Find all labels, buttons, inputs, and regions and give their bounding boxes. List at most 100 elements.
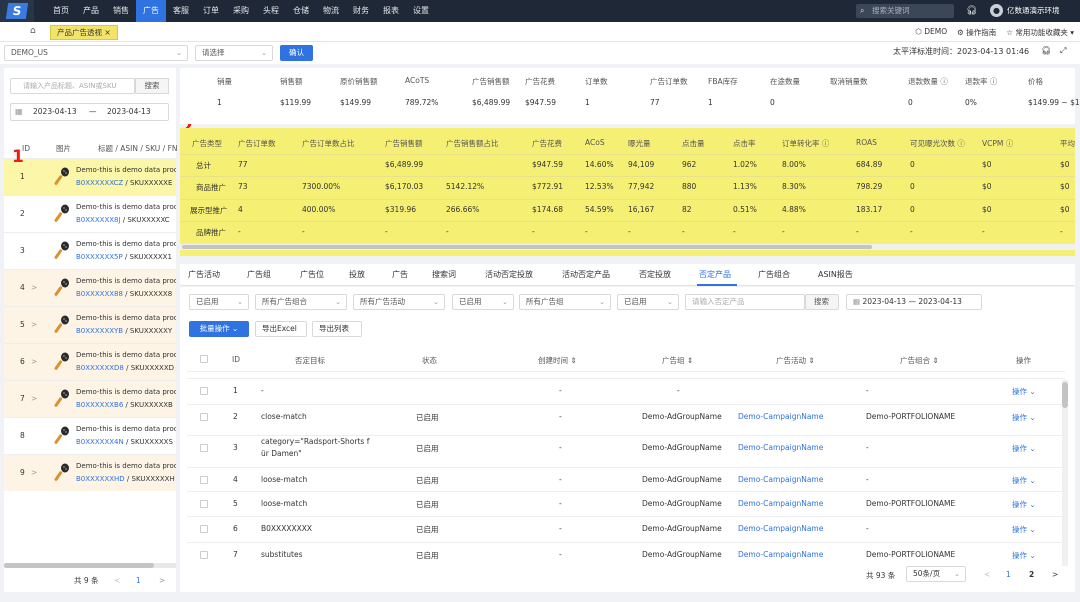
negative-filter-select[interactable]: 已启用 ⌄ bbox=[452, 294, 514, 310]
product-asin-link[interactable]: B0XXXXXX5P bbox=[76, 253, 123, 261]
row-operation-dropdown[interactable]: 操作 ⌄ bbox=[1012, 524, 1036, 535]
campaign-link[interactable]: Demo-CampaignName bbox=[738, 412, 823, 421]
expand-arrow-icon[interactable]: > bbox=[31, 320, 37, 329]
table-header-cell[interactable]: 广告活动 ⇕ bbox=[776, 355, 815, 366]
expand-arrow-icon[interactable]: > bbox=[31, 468, 37, 477]
ad-table-scrollbar[interactable] bbox=[180, 244, 1075, 250]
export-excel-button[interactable]: 导出Excel bbox=[255, 321, 307, 337]
nav-item-purchase[interactable]: 采购 bbox=[226, 0, 256, 22]
product-row[interactable]: >4 Demo-this is demo data product B0XXXXXX… bbox=[4, 269, 176, 306]
store-select[interactable]: DEMO_US ⌄ bbox=[4, 45, 188, 61]
row-checkbox[interactable] bbox=[200, 444, 208, 452]
campaign-link[interactable]: Demo-CampaignName bbox=[738, 443, 823, 452]
expand-arrow-icon[interactable]: > bbox=[31, 394, 37, 403]
negative-date-range[interactable]: ▦ 2023-04-13 — 2023-04-13 bbox=[846, 294, 982, 310]
campaign-link[interactable]: Demo-CampaignName bbox=[738, 499, 823, 508]
product-asin-link[interactable]: B0XXXXXXD8 bbox=[76, 364, 124, 372]
nav-item-service[interactable]: 客服 bbox=[166, 0, 196, 22]
tab-9[interactable]: 否定投放 bbox=[639, 269, 671, 280]
row-checkbox[interactable] bbox=[200, 525, 208, 533]
nav-item-settings[interactable]: 设置 bbox=[406, 0, 436, 22]
expand-arrow-icon[interactable]: > bbox=[31, 357, 37, 366]
pager-page-2[interactable]: 2 bbox=[1029, 570, 1034, 579]
row-operation-dropdown[interactable]: 操作 ⌄ bbox=[1012, 475, 1036, 486]
nav-item-reports[interactable]: 报表 bbox=[376, 0, 406, 22]
tab-10[interactable]: 否定产品 bbox=[699, 269, 731, 280]
table-header-cell[interactable]: 广告组合 ⇕ bbox=[900, 355, 939, 366]
product-asin-link[interactable]: B0XXXXXXYB bbox=[76, 327, 123, 335]
row-checkbox[interactable] bbox=[200, 387, 208, 395]
row-operation-dropdown[interactable]: 操作 ⌄ bbox=[1012, 412, 1036, 423]
confirm-button[interactable]: 确认 bbox=[280, 45, 313, 61]
product-search-input[interactable]: 请输入产品标题、ASIN或SKU bbox=[10, 78, 135, 94]
negative-product-search-input[interactable]: 请输入否定产品 bbox=[685, 294, 805, 310]
home-icon[interactable]: ⌂ bbox=[30, 26, 36, 36]
row-checkbox[interactable] bbox=[200, 476, 208, 484]
tab-6[interactable]: 搜索词 bbox=[432, 269, 456, 280]
table-header-cell[interactable]: 创建时间 ⇕ bbox=[538, 355, 577, 366]
pager-next-button[interactable]: > bbox=[159, 573, 165, 589]
tab-7[interactable]: 活动否定投放 bbox=[485, 269, 533, 280]
select-all-checkbox[interactable] bbox=[200, 355, 208, 363]
vertical-scrollbar[interactable] bbox=[1062, 380, 1068, 566]
tab-12[interactable]: ASIN报告 bbox=[818, 269, 853, 280]
expand-arrow-icon[interactable]: > bbox=[31, 283, 37, 292]
guide-link[interactable]: ⚙ 操作指南 bbox=[957, 27, 996, 38]
product-asin-link[interactable]: B0XXXXXXCZ bbox=[76, 179, 123, 187]
batch-operations-button[interactable]: 批量操作 ⌄ bbox=[189, 321, 249, 337]
product-row[interactable]: >7 Demo-this is demo data product B0XXXXXX… bbox=[4, 380, 176, 417]
pager-page-1[interactable]: 1 bbox=[1006, 570, 1011, 579]
negative-filter-select[interactable]: 所有广告组合 ⌄ bbox=[255, 294, 347, 310]
campaign-link[interactable]: Demo-CampaignName bbox=[738, 475, 823, 484]
close-icon[interactable]: × bbox=[104, 28, 110, 37]
tab-3[interactable]: 广告位 bbox=[300, 269, 324, 280]
user-menu[interactable]: ● 亿数通演示环境 bbox=[990, 4, 1060, 17]
row-checkbox[interactable] bbox=[200, 413, 208, 421]
negative-filter-select[interactable]: 已启用 ⌄ bbox=[189, 294, 249, 310]
fullscreen-icon[interactable]: ⤢ bbox=[1060, 46, 1066, 56]
product-search-button[interactable]: 搜索 bbox=[135, 78, 169, 94]
nav-item-logistics[interactable]: 物流 bbox=[316, 0, 346, 22]
pager-prev-button[interactable]: < bbox=[984, 570, 990, 579]
product-asin-link[interactable]: B0XXXXXXHD bbox=[76, 475, 125, 483]
pager-page-1[interactable]: 1 bbox=[136, 573, 141, 589]
nav-item-product[interactable]: 产品 bbox=[76, 0, 106, 22]
horizontal-scrollbar[interactable] bbox=[4, 563, 176, 568]
product-row[interactable]: >5 Demo-this is demo data product B0XXXXXX… bbox=[4, 306, 176, 343]
row-operation-dropdown[interactable]: 操作 ⌄ bbox=[1012, 386, 1036, 397]
pager-prev-button[interactable]: < bbox=[114, 573, 120, 589]
export-list-button[interactable]: 导出列表 bbox=[312, 321, 362, 337]
negative-filter-select[interactable]: 已启用 ⌄ bbox=[617, 294, 679, 310]
tab-product-ad-insight[interactable]: 产品广告透视 × bbox=[50, 25, 118, 40]
demo-link[interactable]: ⬡ DEMO bbox=[915, 27, 947, 38]
scrollbar-thumb[interactable] bbox=[1062, 382, 1068, 408]
campaign-link[interactable]: Demo-CampaignName bbox=[738, 524, 823, 533]
tab-8[interactable]: 活动否定产品 bbox=[562, 269, 610, 280]
tab-4[interactable]: 投放 bbox=[349, 269, 365, 280]
row-operation-dropdown[interactable]: 操作 ⌄ bbox=[1012, 499, 1036, 510]
product-asin-link[interactable]: B0XXXXXX4N bbox=[76, 438, 124, 446]
scrollbar-thumb[interactable] bbox=[4, 563, 154, 568]
app-logo[interactable]: S bbox=[0, 0, 34, 22]
tab-1[interactable]: 广告活动 bbox=[188, 269, 220, 280]
row-operation-dropdown[interactable]: 操作 ⌄ bbox=[1012, 550, 1036, 561]
negative-filter-select[interactable]: 所有广告活动 ⌄ bbox=[353, 294, 445, 310]
scrollbar-thumb[interactable] bbox=[182, 245, 872, 249]
tab-2[interactable]: 广告组 bbox=[247, 269, 271, 280]
product-row[interactable]: 2 Demo-this is demo data product B0XXXXXX8… bbox=[4, 195, 176, 232]
nav-item-firstleg[interactable]: 头程 bbox=[256, 0, 286, 22]
product-asin-link[interactable]: B0XXXXXX88 bbox=[76, 290, 123, 298]
nav-item-sales[interactable]: 销售 bbox=[106, 0, 136, 22]
pager-next-button[interactable]: > bbox=[1052, 570, 1058, 579]
headset-icon[interactable]: 🎧︎ bbox=[966, 0, 977, 22]
row-operation-dropdown[interactable]: 操作 ⌄ bbox=[1012, 443, 1036, 454]
tab-11[interactable]: 广告组合 bbox=[758, 269, 790, 280]
product-row[interactable]: >6 Demo-this is demo data product B0XXXXXX… bbox=[4, 343, 176, 380]
nav-item-ads[interactable]: 广告 bbox=[136, 0, 166, 22]
negative-search-button[interactable]: 搜索 bbox=[805, 294, 839, 310]
page-size-select[interactable]: 50条/页 ⌄ bbox=[906, 566, 966, 582]
global-search-input[interactable]: ⌕ 搜索关键词 bbox=[856, 4, 954, 18]
product-row[interactable]: 1 Demo-this is demo data product B0XXXXXXC… bbox=[4, 158, 176, 195]
row-checkbox[interactable] bbox=[200, 500, 208, 508]
table-header-cell[interactable]: 广告组 ⇕ bbox=[662, 355, 693, 366]
